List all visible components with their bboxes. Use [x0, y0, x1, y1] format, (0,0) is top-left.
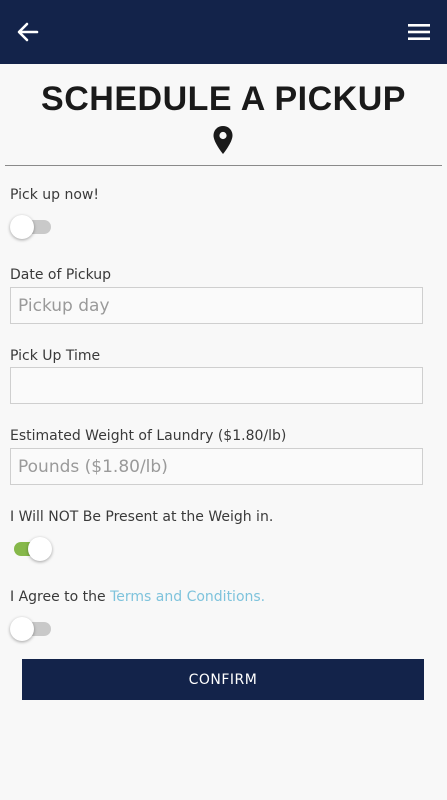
agree-terms-prefix: I Agree to the: [10, 589, 111, 605]
header-divider: [5, 165, 442, 166]
date-of-pickup-label: Date of Pickup: [10, 267, 112, 283]
toggle-knob: [10, 215, 34, 239]
hamburger-menu-icon: [408, 24, 430, 40]
pickup-date-field[interactable]: [10, 287, 423, 324]
pickup-time-field[interactable]: [10, 367, 423, 404]
arrow-left-icon: [17, 22, 39, 42]
pickup-now-toggle[interactable]: [10, 215, 52, 239]
terms-link[interactable]: Terms and Conditions.: [110, 589, 265, 605]
menu-button[interactable]: [403, 16, 435, 48]
page-title: SCHEDULE A PICKUP: [41, 80, 406, 118]
not-present-toggle[interactable]: [10, 537, 52, 561]
agree-terms-toggle[interactable]: [10, 617, 52, 641]
agree-terms-label: I Agree to the Terms and Conditions.: [10, 589, 265, 605]
confirm-button[interactable]: CONFIRM: [22, 659, 424, 700]
pickup-time-label: Pick Up Time: [10, 348, 101, 364]
map-pin-icon: [213, 126, 233, 154]
pickup-now-label: Pick up now!: [10, 187, 99, 203]
estimated-weight-label: Estimated Weight of Laundry ($1.80/lb): [10, 428, 287, 444]
back-button[interactable]: [12, 16, 44, 48]
not-present-label: I Will NOT Be Present at the Weigh in.: [10, 509, 274, 525]
laundry-weight-field[interactable]: [10, 448, 423, 485]
toggle-knob: [10, 617, 34, 641]
toggle-knob: [28, 537, 52, 561]
top-app-bar: [0, 0, 447, 64]
